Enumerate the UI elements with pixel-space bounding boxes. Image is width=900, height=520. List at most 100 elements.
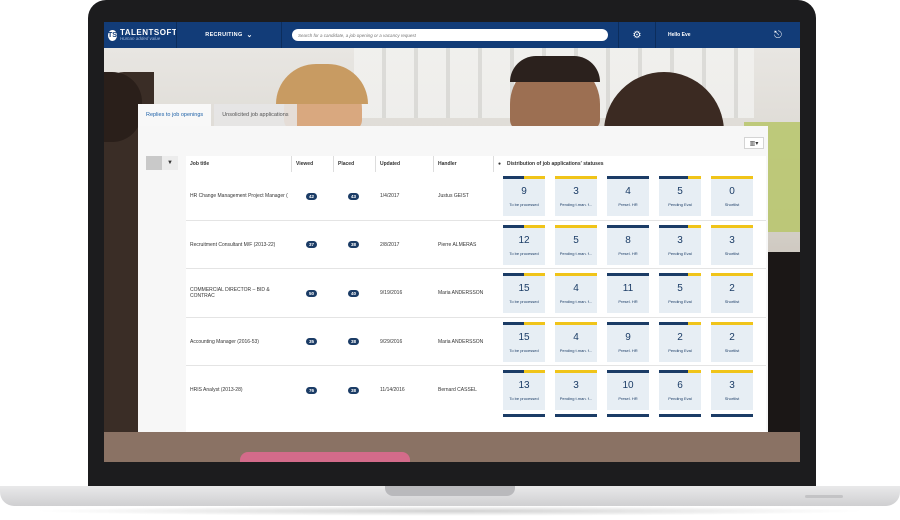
status-count: 6 [677, 380, 683, 391]
laptop-foot [805, 495, 843, 498]
handler-cell: Maria ANDERSSON [438, 338, 484, 345]
status-label: Shortlist [724, 396, 740, 401]
tab-unsolicited[interactable]: Unsolicited job applications [214, 104, 297, 126]
header-job-title[interactable]: Job title [186, 156, 292, 172]
status-count: 4 [573, 283, 579, 294]
status-tile[interactable]: 6 Pending Eval [659, 370, 701, 410]
placed-cell: 38 [334, 366, 376, 415]
status-tile[interactable]: 5 Pending t.man. f... [555, 224, 597, 265]
logo-mark: TS [108, 29, 117, 41]
chevron-down-icon: ⌄ [246, 32, 253, 39]
viewed-count: 50 [306, 289, 318, 297]
status-label: Pending t.man. f... [559, 347, 593, 353]
status-tile-partial [607, 414, 649, 417]
status-count: 13 [518, 380, 530, 391]
table-row-partial [186, 414, 766, 432]
updated-cell: 9/29/2016 [380, 338, 403, 345]
header-updated[interactable]: Updated [376, 156, 434, 172]
status-tile[interactable]: 5 Pending Eval [659, 273, 701, 313]
table-row[interactable]: Recruitment Consultant M/F (2013-22) 37 38… [186, 220, 766, 270]
status-count: 3 [729, 380, 735, 391]
status-tile[interactable]: 3 Shortlist [711, 370, 753, 410]
status-count: 5 [677, 186, 683, 197]
updated-cell: 9/19/2016 [380, 290, 403, 297]
status-tile[interactable]: 8 Presel. HR [607, 224, 649, 265]
status-label: Shortlist [724, 299, 740, 304]
status-tile[interactable]: 2 Pending Eval [659, 321, 701, 362]
header-viewed[interactable]: Viewed [292, 156, 334, 172]
placed-cell: 38 [334, 221, 376, 270]
status-tile[interactable]: 3 Pending t.man. f... [555, 370, 597, 410]
status-label: To be processed [509, 347, 539, 353]
updated-cell: 1/4/2017 [380, 193, 400, 200]
header-handler[interactable]: Handler [434, 156, 494, 172]
status-label: Presel. HR [618, 396, 638, 401]
status-label: To be processed [509, 250, 539, 256]
status-tile[interactable]: 15 To be processed [503, 273, 545, 313]
status-tile[interactable]: 3 Pending t.man. f... [555, 176, 597, 216]
status-tile[interactable]: 9 To be processed [503, 176, 545, 216]
status-count: 9 [625, 331, 631, 343]
job-title-cell[interactable]: COMMERCIAL DIRECTOR – BID & CONTRAC [186, 269, 292, 318]
logout-icon[interactable]: ⎋ [756, 22, 800, 48]
status-tile[interactable]: 11 Presel. HR [607, 273, 649, 313]
job-title-cell[interactable]: HR Change Management Project Manager ( [186, 172, 292, 221]
status-tile[interactable]: 4 Presel. HR [607, 176, 649, 216]
status-count: 15 [518, 283, 530, 294]
status-label: Pending Eval [668, 250, 692, 256]
tab-bar: Replies to job openings Unsolicited job … [138, 104, 297, 126]
status-tile[interactable]: 13 To be processed [503, 370, 545, 410]
viewed-cell: 76 [292, 366, 334, 415]
status-label: To be processed [509, 202, 539, 207]
job-table-body: HR Change Management Project Manager (42… [186, 172, 766, 415]
status-count: 12 [518, 234, 530, 246]
table-row[interactable]: COMMERCIAL DIRECTOR – BID & CONTRAC 50 40 9… [186, 269, 766, 318]
status-label: Shortlist [724, 347, 740, 353]
status-count: 8 [625, 234, 631, 246]
status-count: 5 [573, 234, 579, 246]
status-tile[interactable]: 3 Pending Eval [659, 224, 701, 265]
handler-cell: Maria ANDERSSON [438, 290, 484, 297]
status-count: 3 [573, 380, 579, 391]
status-tile[interactable]: 15 To be processed [503, 321, 545, 362]
status-tile[interactable]: 0 Shortlist [711, 176, 753, 216]
job-openings-panel: ▥▾ ▼ Job title Viewed Placed Updated Han… [138, 126, 768, 432]
table-row[interactable]: Accounting Manager (2016-53) 35 38 9/29/201… [186, 317, 766, 367]
section-dropdown[interactable]: RECRUITING ⌄ [177, 22, 281, 48]
viewed-cell: 50 [292, 269, 334, 318]
status-tile[interactable]: 5 Pending Eval [659, 176, 701, 216]
filter-icon[interactable]: ▼ [162, 156, 178, 170]
status-tile[interactable]: 9 Presel. HR [607, 321, 649, 362]
select-all-checkbox[interactable] [146, 156, 162, 170]
job-title-cell[interactable]: Recruitment Consultant M/F (2013-22) [186, 221, 292, 270]
search-input[interactable] [292, 29, 608, 41]
viewed-count: 42 [306, 192, 318, 200]
job-title-cell[interactable]: HRIS Analyst (2013-28) [186, 366, 292, 415]
status-tile[interactable]: 12 To be processed [503, 224, 545, 265]
updated-cell: 11/14/2016 [380, 387, 405, 394]
job-title-cell[interactable]: Accounting Manager (2016-53) [186, 318, 292, 367]
status-tile[interactable]: 4 Pending t.man. f... [555, 321, 597, 362]
table-row[interactable]: HR Change Management Project Manager ( 42… [186, 172, 766, 221]
user-menu[interactable]: Hello Eve [656, 22, 756, 48]
placed-cell: 43 [334, 172, 376, 221]
status-tile[interactable]: 2 Shortlist [711, 321, 753, 362]
column-chooser-button[interactable]: ▥▾ [744, 137, 764, 149]
app-logo[interactable]: TS TALENTSOFT Human added value [104, 22, 177, 48]
status-tile[interactable]: 3 Shortlist [711, 224, 753, 265]
tab-replies[interactable]: Replies to job openings [138, 104, 212, 126]
status-tile[interactable]: 2 Shortlist [711, 273, 753, 313]
status-tile[interactable]: 10 Presel. HR [607, 370, 649, 410]
viewed-count: 37 [306, 241, 318, 249]
status-label: Pending t.man. f... [559, 250, 593, 256]
status-count: 4 [573, 331, 579, 343]
header-placed[interactable]: Placed [334, 156, 376, 172]
top-navigation-bar: TS TALENTSOFT Human added value RECRUITI… [104, 22, 800, 48]
handler-cell: Bernard CASSEL [438, 387, 477, 394]
status-tile[interactable]: 4 Pending t.man. f... [555, 273, 597, 313]
table-row[interactable]: HRIS Analyst (2013-28) 76 38 11/14/2016 Bern… [186, 366, 766, 415]
status-label: Shortlist [724, 202, 740, 207]
status-label: To be processed [509, 396, 539, 401]
header-distribution[interactable]: ● Distribution of job applications' stat… [494, 156, 766, 172]
gear-icon[interactable]: ⚙ [619, 22, 655, 48]
